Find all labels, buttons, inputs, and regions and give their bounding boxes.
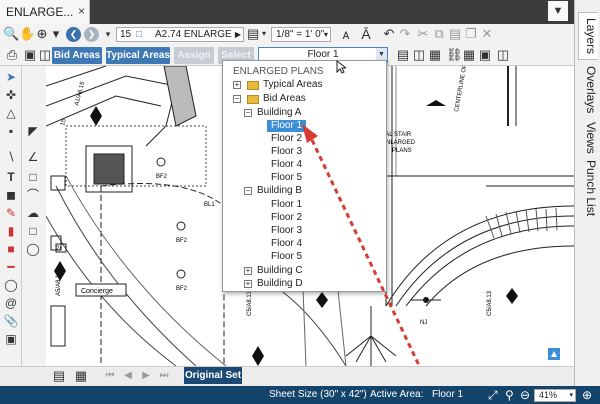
sheet-list-icon[interactable]: ▤	[52, 368, 66, 384]
arrow-head-top	[302, 124, 318, 143]
zoom-level-select[interactable]: 41% ▾	[534, 389, 576, 402]
fit-page-icon[interactable]: ⤢	[488, 388, 498, 403]
original-set-tab[interactable]: Original Set	[184, 367, 242, 384]
zoom-in-icon[interactable]: ⊕	[582, 388, 592, 402]
annotation-arrow	[302, 124, 431, 392]
active-area-label: Active Area:	[370, 389, 424, 400]
zoom-level-value: 41%	[539, 390, 558, 400]
zoom-dropdown-icon[interactable]: ▾	[569, 390, 573, 401]
zoom-area-icon[interactable]: ⚲	[505, 388, 514, 402]
active-area-value: Floor 1	[432, 389, 464, 400]
thumbnail-icon[interactable]: ▦	[74, 368, 88, 384]
first-page-icon[interactable]: ⏮	[104, 368, 116, 384]
next-set-icon[interactable]: ▶	[140, 368, 152, 384]
status-bar: Sheet Size (30" x 42") Active Area: Floo…	[0, 386, 600, 404]
last-page-icon[interactable]: ⏭	[158, 368, 170, 384]
sheet-size-label: Sheet Size (30" x 42")	[269, 389, 367, 400]
zoom-out-icon[interactable]: ⊖	[520, 388, 530, 402]
prev-set-icon[interactable]: ◀	[122, 368, 134, 384]
